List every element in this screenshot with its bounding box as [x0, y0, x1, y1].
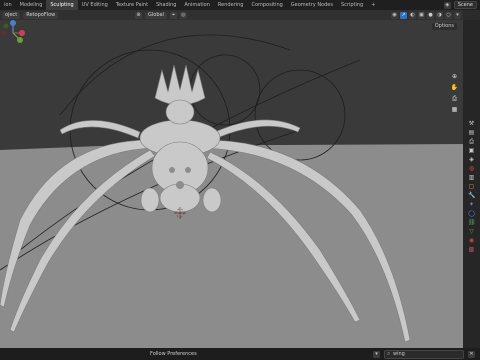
3d-viewport[interactable]: Options ⊕ ✋ ⎙ ▦ [0, 20, 463, 348]
output-icon[interactable]: ⎙ [468, 138, 475, 145]
render-icon[interactable]: ▤ [468, 129, 475, 136]
xray-icon[interactable]: ▣ [418, 11, 425, 19]
viewport-header: oject RetopoFlow ⊕ Global ⌖ ◎ ◉ ↗ ◐ ▣ ● … [0, 10, 463, 20]
modifier-wrench-icon[interactable]: 🔧 [468, 192, 475, 199]
neg-x-axis-icon [1, 30, 7, 36]
z-axis-icon [10, 20, 16, 26]
orientation-dropdown[interactable]: Global [145, 11, 167, 19]
texture-icon[interactable]: ▩ [468, 246, 475, 253]
view-layer-icon[interactable]: ▣ [468, 147, 475, 154]
proportional-icon[interactable]: ◎ [179, 11, 187, 19]
visibility-icon[interactable]: ◉ [391, 11, 398, 19]
pan-hand-icon[interactable]: ✋ [450, 83, 459, 92]
tab-rendering[interactable]: Rendering [214, 0, 248, 10]
shading-options-icon[interactable]: ▾ [454, 11, 461, 19]
neg-y-axis-icon [3, 23, 9, 29]
filter-icon[interactable]: ▾ [373, 350, 380, 358]
gizmo-toggle-icon[interactable]: ↗ [400, 11, 407, 19]
viewport-canvas [0, 34, 463, 348]
scene-props-icon[interactable]: ◈ [468, 156, 475, 163]
search-input[interactable]: wing [384, 349, 464, 359]
tab-layout[interactable]: ion [0, 0, 16, 10]
material-shading-icon[interactable]: ◑ [436, 11, 443, 19]
collection-icon[interactable]: ▥ [468, 174, 475, 181]
tab-texture-paint[interactable]: Texture Paint [112, 0, 152, 10]
tool-icon[interactable]: ⚒ [468, 120, 475, 127]
solid-shading-icon[interactable]: ● [427, 11, 434, 19]
tab-modeling[interactable]: Modeling [16, 0, 47, 10]
tab-animation[interactable]: Animation [180, 0, 214, 10]
workspace-tab-bar: ion Modeling Sculpting UV Editing Textur… [0, 0, 480, 10]
tab-scripting[interactable]: Scripting [337, 0, 367, 10]
data-icon[interactable]: ▽ [468, 228, 475, 235]
physics-icon[interactable]: ◯ [468, 210, 475, 217]
status-message: Follow Preferences [150, 351, 197, 357]
snap-icon[interactable]: ⌖ [169, 11, 177, 19]
particles-icon[interactable]: ✦ [468, 201, 475, 208]
world-icon[interactable]: ◍ [468, 165, 475, 172]
grid-icon[interactable]: ▦ [450, 105, 459, 114]
mode-menu[interactable]: oject [2, 11, 21, 19]
tab-shading[interactable]: Shading [152, 0, 180, 10]
overlay-icon[interactable]: ◐ [409, 11, 416, 19]
scene-selector[interactable]: Scene [453, 1, 477, 9]
constraints-icon[interactable]: ⛓ [468, 219, 476, 226]
x-axis-icon [19, 30, 25, 36]
rendered-shading-icon[interactable]: ○ [445, 11, 452, 19]
tab-geometry-nodes[interactable]: Geometry Nodes [287, 0, 337, 10]
tab-compositing[interactable]: Compositing [247, 0, 286, 10]
status-bar: Follow Preferences ▾ wing ✕ [0, 348, 480, 360]
properties-tab-column: ⚒ ▤ ⎙ ▣ ◈ ◍ ▥ ▢ 🔧 ✦ ◯ ⛓ ▽ ◉ ▩ [463, 20, 480, 348]
active-object-field[interactable]: RetopoFlow [23, 11, 59, 19]
tab-uv-editing[interactable]: UV Editing [78, 0, 112, 10]
close-icon[interactable]: ✕ [468, 350, 475, 358]
object-icon[interactable]: ▢ [468, 183, 475, 190]
pivot-icon[interactable]: ⊕ [135, 11, 142, 19]
options-button[interactable]: Options [431, 23, 457, 30]
material-icon[interactable]: ◉ [468, 237, 475, 244]
zoom-icon[interactable]: ⊕ [450, 72, 459, 81]
camera-icon[interactable]: ⎙ [450, 94, 459, 103]
tab-sculpting[interactable]: Sculpting [46, 0, 78, 10]
y-axis-icon [17, 37, 23, 43]
add-workspace-button[interactable]: + [367, 0, 379, 10]
scene-icon[interactable]: ◈ [443, 1, 451, 9]
navigation-gizmo[interactable] [0, 20, 26, 46]
